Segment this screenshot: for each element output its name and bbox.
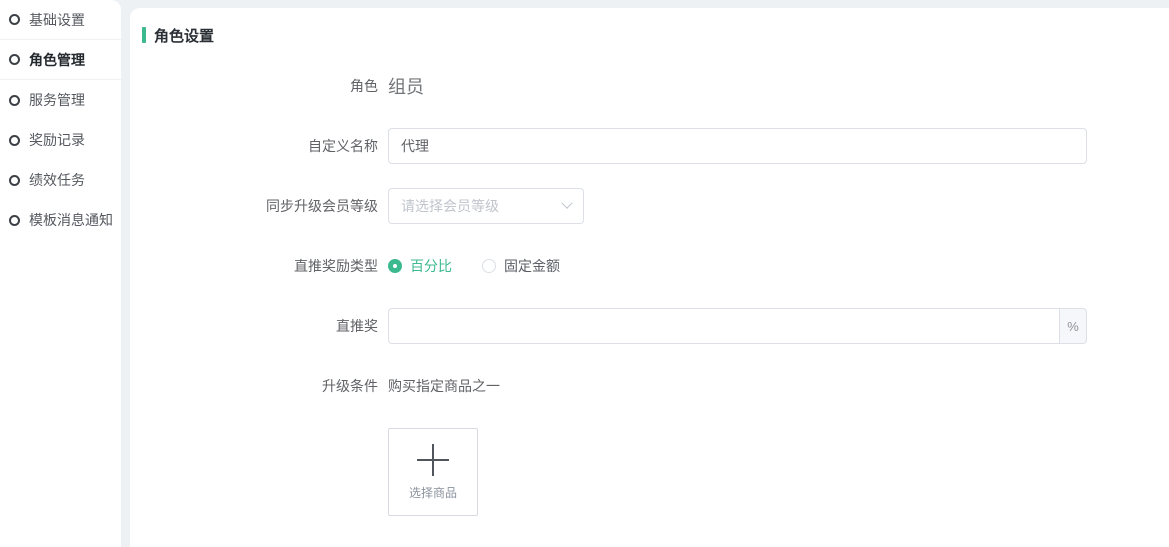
role-settings-panel: 角色设置 角色 组员 自定义名称 同步升级会员等级 请选择会员等级: [130, 8, 1169, 547]
select-product-button[interactable]: 选择商品: [388, 428, 478, 516]
sidebar-item-label: 模板消息通知: [29, 210, 113, 230]
direct-reward-type-label: 直推奖励类型: [130, 256, 378, 276]
plus-icon: [417, 444, 449, 476]
section-title: 角色设置: [142, 25, 1169, 45]
select-product-label: 选择商品: [409, 484, 457, 501]
circle-icon: [9, 135, 20, 146]
direct-reward-input[interactable]: [388, 308, 1060, 344]
sync-member-level-label: 同步升级会员等级: [130, 196, 378, 216]
form-row-direct-reward-type: 直推奖励类型 百分比 固定金额: [130, 248, 1169, 284]
role-settings-form: 角色 组员 自定义名称 同步升级会员等级 请选择会员等级 直推奖励类型: [130, 68, 1169, 516]
settings-sidebar: 基础设置 角色管理 服务管理 奖励记录 绩效任务 模板消息通知: [0, 0, 121, 547]
radio-percentage[interactable]: 百分比: [388, 256, 452, 276]
upgrade-condition-value: 购买指定商品之一: [388, 376, 500, 396]
circle-icon: [9, 54, 20, 65]
circle-icon: [9, 95, 20, 106]
sidebar-item-label: 绩效任务: [29, 170, 85, 190]
sidebar-item-role-management[interactable]: 角色管理: [0, 40, 121, 80]
direct-reward-label: 直推奖: [130, 316, 378, 336]
form-row-sync-member-level: 同步升级会员等级 请选择会员等级: [130, 188, 1169, 224]
form-row-upgrade-condition: 升级条件 购买指定商品之一: [130, 368, 1169, 404]
sidebar-item-label: 服务管理: [29, 90, 85, 110]
circle-icon: [9, 14, 20, 25]
radio-percentage-label: 百分比: [410, 256, 452, 276]
radio-fixed-amount-label: 固定金额: [504, 256, 560, 276]
sidebar-item-label: 奖励记录: [29, 130, 85, 150]
sidebar-item-basic-settings[interactable]: 基础设置: [0, 0, 121, 40]
member-level-select[interactable]: 请选择会员等级: [388, 188, 584, 224]
form-row-product-picker: 选择商品: [130, 428, 1169, 516]
sidebar-item-performance-tasks[interactable]: 绩效任务: [0, 160, 121, 200]
percent-suffix: %: [1060, 308, 1087, 344]
sidebar-item-template-message-notify[interactable]: 模板消息通知: [0, 200, 121, 240]
role-label: 角色: [130, 76, 378, 96]
radio-icon: [482, 259, 496, 273]
page-title: 角色设置: [154, 25, 214, 46]
radio-fixed-amount[interactable]: 固定金额: [482, 256, 560, 276]
form-row-direct-reward: 直推奖 %: [130, 308, 1169, 344]
direct-reward-input-group: %: [388, 308, 1087, 344]
circle-icon: [9, 175, 20, 186]
upgrade-condition-label: 升级条件: [130, 376, 378, 396]
radio-icon: [388, 259, 402, 273]
title-accent-bar: [142, 27, 146, 43]
sidebar-item-label: 角色管理: [29, 50, 85, 70]
role-value: 组员: [388, 73, 424, 99]
form-row-role: 角色 组员: [130, 68, 1169, 104]
circle-icon: [9, 215, 20, 226]
sidebar-item-reward-records[interactable]: 奖励记录: [0, 120, 121, 160]
sidebar-item-service-management[interactable]: 服务管理: [0, 80, 121, 120]
form-row-custom-name: 自定义名称: [130, 128, 1169, 164]
custom-name-label: 自定义名称: [130, 136, 378, 156]
sidebar-item-label: 基础设置: [29, 10, 85, 30]
custom-name-input[interactable]: [388, 128, 1087, 164]
member-level-placeholder: 请选择会员等级: [401, 196, 499, 216]
chevron-down-icon: [561, 198, 572, 209]
